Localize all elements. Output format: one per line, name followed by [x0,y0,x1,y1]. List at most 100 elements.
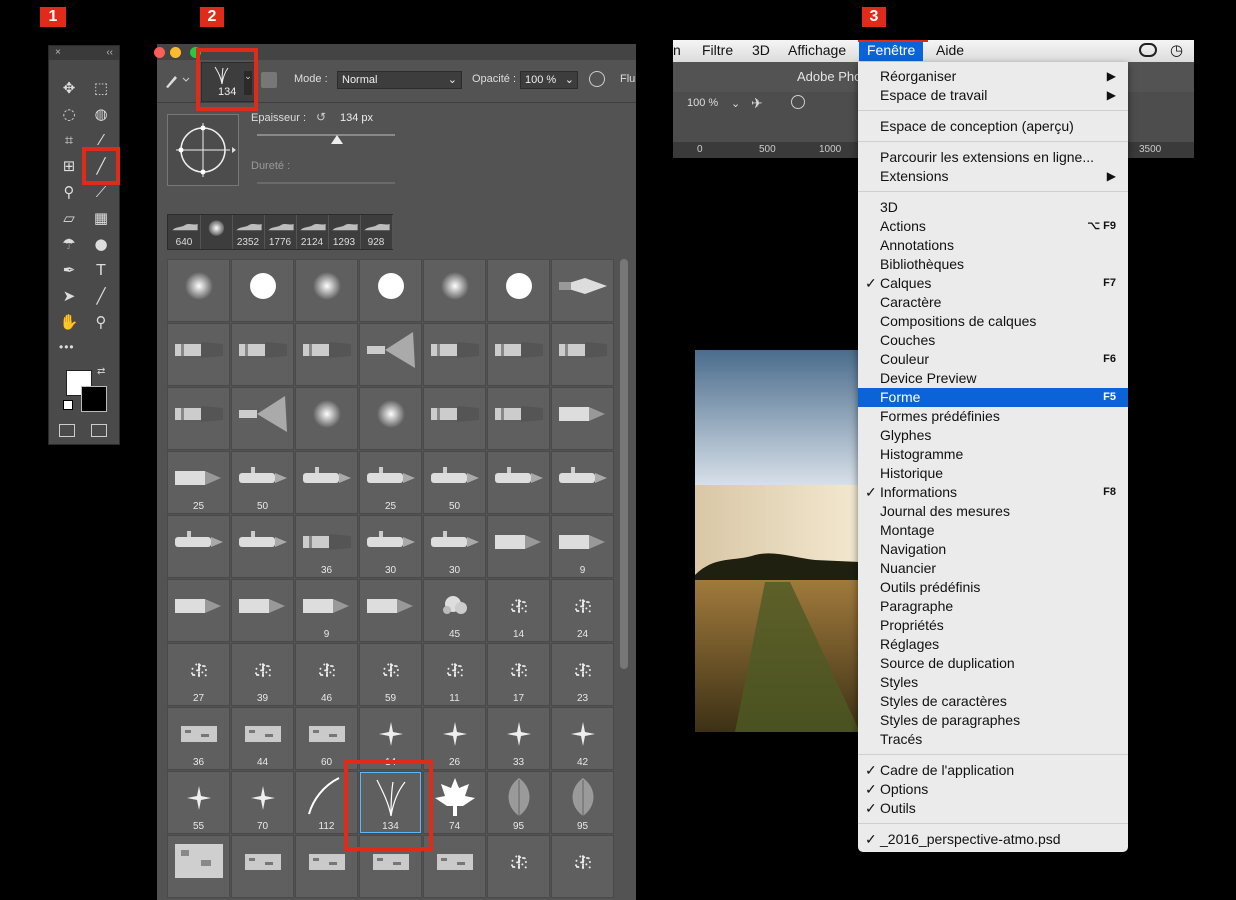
menu-item[interactable]: Forme F5 [858,388,1128,407]
brush-preset-airbrush[interactable]: 50 [423,451,486,514]
brush-preset-hard[interactable] [231,259,294,322]
menu-3d[interactable]: 3D [752,42,770,58]
reset-icon[interactable]: ↺ [316,110,326,124]
brush-preset-airbrush[interactable] [551,451,614,514]
recent-brush[interactable]: 1776 [264,215,297,249]
creative-cloud-icon[interactable] [1139,43,1157,57]
brush-preset-star[interactable]: 55 [167,771,230,834]
brush-preset-pencil[interactable] [551,387,614,450]
menu-item[interactable]: ✓ Cadre de l'application [858,761,1128,780]
path-select-icon[interactable]: ➤ [57,284,81,308]
brush-preset-soft[interactable] [295,387,358,450]
brush-preset-pencil[interactable] [487,515,550,578]
crop-icon[interactable]: ⌗ [57,128,81,152]
brush-preset-airbrush[interactable]: 25 [359,451,422,514]
menu-item[interactable]: Espace de travail ▶ [858,86,1128,105]
brush-preset-soft[interactable] [167,259,230,322]
recent-brush[interactable]: 928 [360,215,393,249]
menu-item[interactable]: Glyphes [858,426,1128,445]
menu-item[interactable]: Propriétés [858,616,1128,635]
menu-item[interactable]: Parcourir les extensions en ligne... [858,148,1128,167]
brush-panel-toggle-icon[interactable] [261,72,277,88]
gradient-icon[interactable]: ▦ [89,206,113,230]
brush-preset-flat-brush[interactable] [231,323,294,386]
menu-item[interactable]: Espace de conception (aperçu) [858,117,1128,136]
brush-preset-flat-brush[interactable] [487,323,550,386]
brush-preset-speckle[interactable]: 23 [551,643,614,706]
eraser-icon[interactable]: ▱ [57,206,81,230]
brush-preset-speckle[interactable]: 17 [487,643,550,706]
brush-preset-speckle[interactable] [551,835,614,898]
background-color-swatch[interactable] [81,386,107,412]
brush-preset-pencil[interactable]: 9 [551,515,614,578]
menu-item[interactable]: Device Preview [858,369,1128,388]
swap-colors-icon[interactable]: ⇄ [97,366,105,377]
brush-preset-flat-brush[interactable] [167,387,230,450]
brush-preset-flat-brush[interactable] [167,323,230,386]
type-icon[interactable]: T [89,258,113,282]
brush-preset-pencil[interactable]: 9 [295,579,358,642]
menu-item[interactable]: ✓ _2016_perspective-atmo.psd [858,830,1128,849]
time-machine-icon[interactable]: ◷ [1170,41,1183,59]
brush-preset-speckle[interactable]: 24 [551,579,614,642]
menu-aide[interactable]: Aide [936,42,964,58]
epaisseur-slider[interactable] [257,134,395,136]
brush-preset-hard[interactable] [359,259,422,322]
brush-preset-soft[interactable] [359,387,422,450]
lasso-icon[interactable]: ◌ [57,102,81,126]
grid-scrollbar[interactable] [620,259,628,669]
menu-item[interactable]: Bibliothèques [858,255,1128,274]
menu-item[interactable]: Formes prédéfinies [858,407,1128,426]
recent-brush[interactable]: 2352 [232,215,265,249]
frame-icon[interactable]: ⊞ [57,154,81,178]
menu-item[interactable]: ✓ Outils [858,799,1128,818]
pen-icon[interactable]: ✒ [57,258,81,282]
menu-item[interactable]: Réglages [858,635,1128,654]
menu-item[interactable]: Styles de caractères [858,692,1128,711]
quick-select-icon[interactable]: ◍ [89,102,113,126]
brush-preset-speckle[interactable] [487,835,550,898]
menu-item[interactable]: Compositions de calques [858,312,1128,331]
brush-preset-fan-brush[interactable] [231,387,294,450]
menu-item[interactable]: Journal des mesures [858,502,1128,521]
brush-preset-pencil[interactable]: 25 [167,451,230,514]
brush-preset-speckle[interactable]: 27 [167,643,230,706]
menu-affichage[interactable]: Affichage [788,42,846,58]
quick-mask-icon[interactable] [59,424,75,437]
menu-item[interactable]: Styles de paragraphes [858,711,1128,730]
brush-preset-bristle-tip[interactable] [551,259,614,322]
menu-item[interactable]: Paragraphe [858,597,1128,616]
zoom-icon[interactable]: ⚲ [89,310,113,334]
more-tools-icon[interactable]: ••• [59,340,75,354]
brush-preset-flat-brush[interactable] [295,323,358,386]
brush-preset-pencil[interactable] [231,579,294,642]
opacity-value-partial[interactable]: 100 % [687,97,718,109]
menu-item[interactable]: Réorganiser ▶ [858,67,1128,86]
screen-mode-icon[interactable] [91,424,107,437]
menu-item[interactable]: Couches [858,331,1128,350]
pressure-opacity-icon[interactable] [791,95,805,109]
default-colors-icon[interactable] [63,400,73,410]
opacity-field[interactable]: 100 % ⌄ [520,71,578,89]
brush-preset-airbrush[interactable] [231,515,294,578]
menu-item[interactable]: ✓ Options [858,780,1128,799]
menu-item[interactable]: Montage [858,521,1128,540]
mode-select[interactable]: Normal ⌄ [337,71,462,89]
brush-preset-leaf[interactable]: 95 [551,771,614,834]
epaisseur-value[interactable]: 134 px [340,112,373,124]
brush-preset-flat-brush[interactable] [423,387,486,450]
brush-preset-flat-brush[interactable] [487,387,550,450]
brush-preset-flat-brush[interactable] [551,323,614,386]
epaisseur-slider-handle[interactable] [331,135,343,144]
menu-item[interactable]: Actions ⌥ F9 [858,217,1128,236]
dodge-icon[interactable]: ● [89,232,113,256]
brush-preset-airbrush[interactable] [295,451,358,514]
menu-item[interactable]: Outils prédéfinis [858,578,1128,597]
brush-preset-chalk[interactable]: 36 [167,707,230,770]
brush-preset-flat-brush[interactable]: 36 [295,515,358,578]
brush-angle-preview[interactable] [167,114,239,186]
pressure-opacity-icon[interactable] [589,71,605,87]
brush-preset-speckle[interactable]: 11 [423,643,486,706]
menu-item[interactable]: Couleur F6 [858,350,1128,369]
menu-item[interactable]: Source de duplication [858,654,1128,673]
